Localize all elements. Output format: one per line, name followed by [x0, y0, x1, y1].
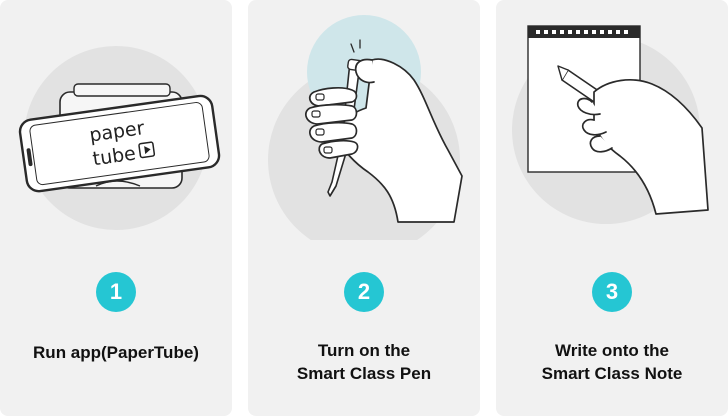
hand-pressing-pen-icon [268, 15, 463, 240]
step-label-line-1: Run app(PaperTube) [33, 343, 199, 362]
step-number-badge: 2 [344, 272, 384, 312]
step-label: Run app(PaperTube) [0, 341, 232, 364]
step-label: Write onto the Smart Class Note [496, 339, 728, 385]
step-card-1: paper tube 1 Run app(PaperTube) [0, 0, 232, 416]
step-card-3: 3 Write onto the Smart Class Note [496, 0, 728, 416]
hand-writing-on-note-icon [512, 25, 709, 224]
step-label-line-1: Write onto the [555, 341, 669, 360]
step-number-badge: 1 [96, 272, 136, 312]
steps-container: paper tube 1 Run app(PaperTube) 2 Turn o… [0, 0, 728, 418]
step-label: Turn on the Smart Class Pen [248, 339, 480, 385]
step-label-line-1: Turn on the [317, 341, 411, 360]
step-card-2: 2 Turn on the Smart Class Pen [248, 0, 480, 416]
step-label-line-2: Smart Class Note [541, 364, 683, 383]
phone-on-stand-icon: paper tube [18, 46, 221, 230]
step-number-badge: 3 [592, 272, 632, 312]
step-label-line-2: Smart Class Pen [296, 364, 432, 383]
